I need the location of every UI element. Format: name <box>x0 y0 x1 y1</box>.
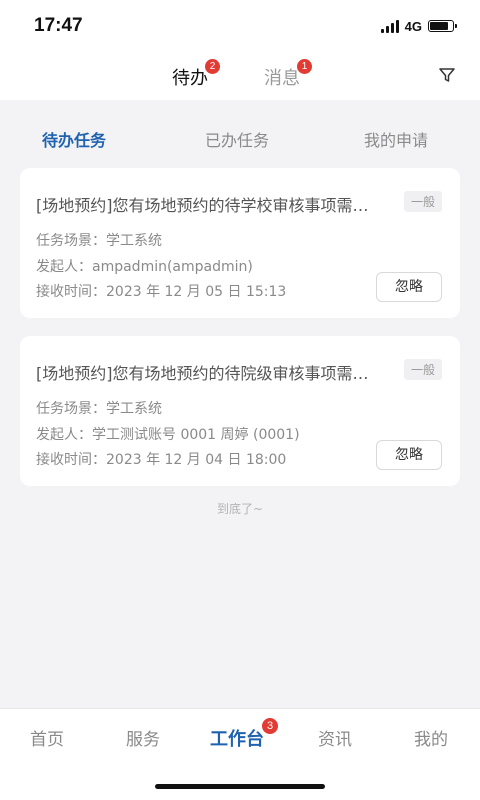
tab-messages[interactable]: 消息 1 <box>264 59 312 90</box>
top-tab-bar: 待办 2 消息 1 <box>0 52 480 100</box>
nav-workbench[interactable]: 工作台 3 <box>210 718 278 751</box>
home-indicator[interactable] <box>155 784 325 789</box>
nav-home[interactable]: 首页 <box>30 725 64 750</box>
task-card[interactable]: [场地预约]您有场地预约的待院级审核事项需要处理 一般 任务场景：学工系统 发起… <box>20 336 460 486</box>
battery-icon <box>428 20 457 32</box>
nav-workbench-label: 工作台 <box>210 729 264 750</box>
task-received-time: 接收时间：2023 年 12 月 05 日 15:13 <box>36 284 287 300</box>
tab-messages-badge: 1 <box>297 59 312 74</box>
task-initiator: 发起人：ampadmin(ampadmin) <box>36 259 253 275</box>
subtab-done-tasks[interactable]: 已办任务 <box>205 127 269 151</box>
subtab-pending-tasks[interactable]: 待办任务 <box>42 127 106 151</box>
battery-level <box>430 22 448 30</box>
filter-icon[interactable] <box>438 66 456 84</box>
signal-icon <box>380 19 399 33</box>
task-card[interactable]: [场地预约]您有场地预约的待学校审核事项需要处理 一般 任务场景：学工系统 发起… <box>20 168 460 318</box>
task-initiator: 发起人：学工测试账号 0001 周婷 (0001) <box>36 427 300 443</box>
nav-services[interactable]: 服务 <box>126 725 160 750</box>
status-time: 17:47 <box>34 15 83 36</box>
priority-tag: 一般 <box>403 359 442 380</box>
status-bar: 17:47 4G <box>0 0 480 52</box>
ignore-button[interactable]: 忽略 <box>376 440 442 470</box>
sub-tab-bar: 待办任务 已办任务 我的申请 <box>0 100 480 170</box>
network-type: 4G <box>404 18 422 34</box>
tab-todo-label: 待办 <box>172 68 208 89</box>
nav-profile-label: 我的 <box>414 730 448 750</box>
priority-tag: 一般 <box>403 191 442 212</box>
list-end-text: 到底了~ <box>216 502 264 516</box>
task-scene: 任务场景：学工系统 <box>36 401 162 417</box>
ignore-button[interactable]: 忽略 <box>376 272 442 302</box>
task-title: [场地预约]您有场地预约的待学校审核事项需要处理 <box>36 196 376 215</box>
nav-profile[interactable]: 我的 <box>414 725 448 750</box>
tab-messages-label: 消息 <box>264 68 300 89</box>
tab-todo-badge: 2 <box>205 59 220 74</box>
nav-home-label: 首页 <box>30 730 64 750</box>
nav-workbench-badge: 3 <box>262 718 278 734</box>
nav-news[interactable]: 资讯 <box>318 725 352 750</box>
nav-services-label: 服务 <box>126 730 160 750</box>
nav-news-label: 资讯 <box>318 730 352 750</box>
status-indicators: 4G <box>380 18 457 34</box>
task-scene: 任务场景：学工系统 <box>36 233 162 249</box>
tab-todo[interactable]: 待办 2 <box>172 59 220 90</box>
task-title: [场地预约]您有场地预约的待院级审核事项需要处理 <box>36 364 376 383</box>
subtab-my-applications[interactable]: 我的申请 <box>364 127 428 151</box>
task-received-time: 接收时间：2023 年 12 月 04 日 18:00 <box>36 452 287 468</box>
